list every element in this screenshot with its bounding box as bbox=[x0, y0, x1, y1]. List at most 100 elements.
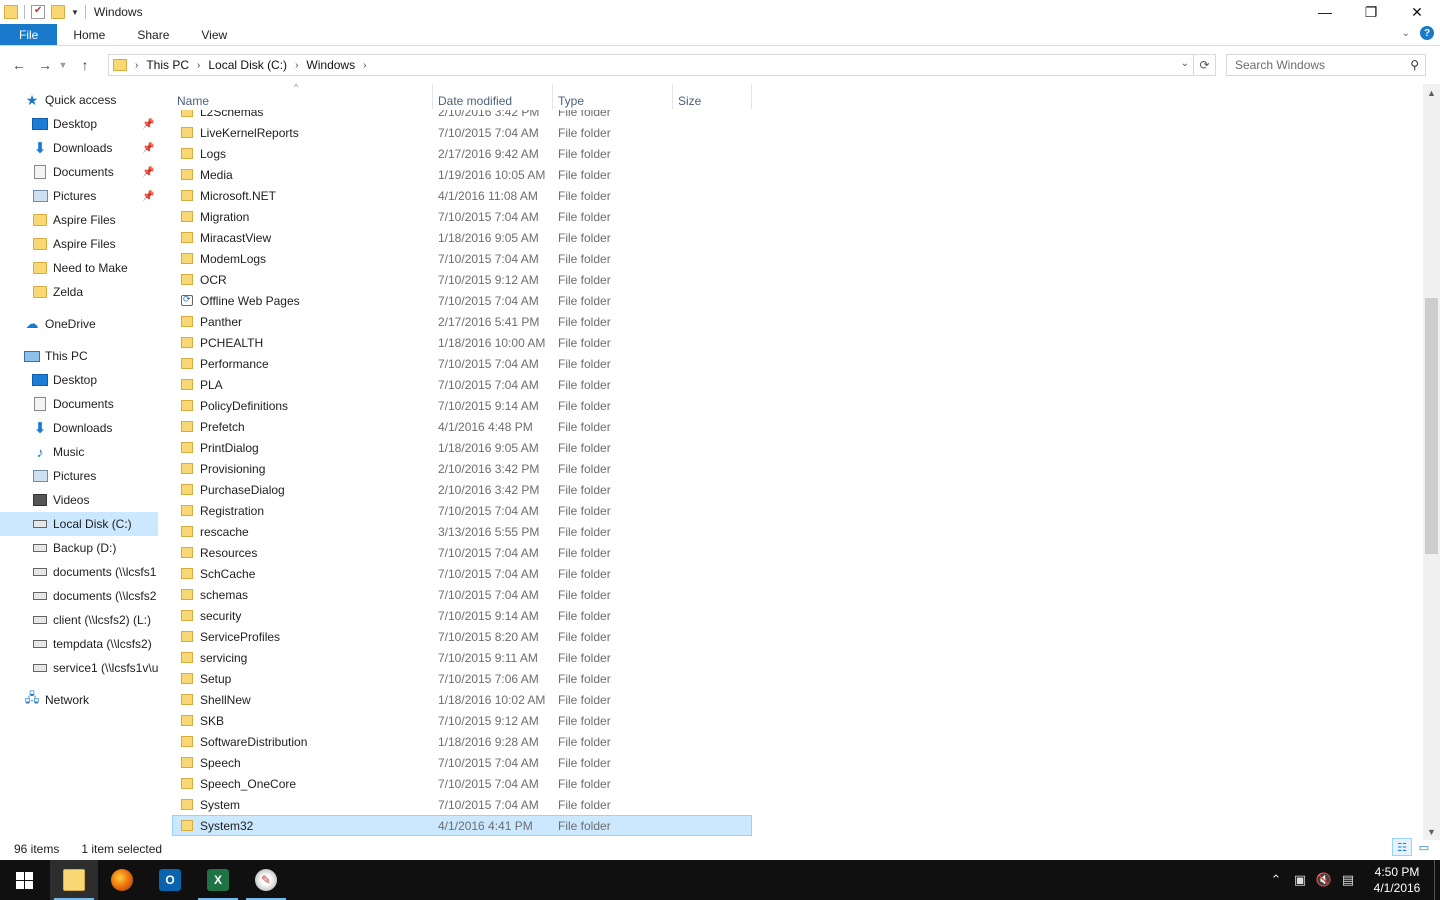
recent-locations-chevron-icon[interactable]: ▼ bbox=[56, 60, 70, 70]
sidebar-item-local-disk-c[interactable]: Local Disk (C:) bbox=[0, 512, 158, 536]
tab-home[interactable]: Home bbox=[57, 24, 121, 45]
table-row[interactable]: OCR 7/10/2015 9:12 AM File folder bbox=[172, 269, 752, 290]
table-row[interactable]: PLA 7/10/2015 7:04 AM File folder bbox=[172, 374, 752, 395]
clock[interactable]: 4:50 PM 4/1/2016 bbox=[1360, 864, 1434, 896]
sidebar-item-pictures[interactable]: Pictures bbox=[0, 464, 158, 488]
sidebar-item-downloads[interactable]: ⬇ Downloads bbox=[0, 416, 158, 440]
table-row[interactable]: Registration 7/10/2015 7:04 AM File folder bbox=[172, 500, 752, 521]
large-icons-view-icon[interactable]: ▭ bbox=[1414, 838, 1434, 856]
table-row[interactable]: SoftwareDistribution 1/18/2016 9:28 AM Fil… bbox=[172, 731, 752, 752]
sidebar-item-zelda[interactable]: Zelda bbox=[0, 280, 158, 304]
table-row[interactable]: Panther 2/17/2016 5:41 PM File folder bbox=[172, 311, 752, 332]
breadcrumb-chevron-icon[interactable]: › bbox=[295, 60, 298, 71]
sidebar-item-videos[interactable]: Videos bbox=[0, 488, 158, 512]
sidebar-item-service1-lcsfs1v-u[interactable]: service1 (\\lcsfs1v\u bbox=[0, 656, 158, 680]
table-row[interactable]: Performance 7/10/2015 7:04 AM File folder bbox=[172, 353, 752, 374]
nav-network[interactable]: 🖧 Network bbox=[0, 688, 158, 712]
table-row[interactable]: Offline Web Pages 7/10/2015 7:04 AM File f… bbox=[172, 290, 752, 311]
taskbar-file-explorer[interactable] bbox=[50, 860, 98, 900]
sidebar-item-music[interactable]: ♪ Music bbox=[0, 440, 158, 464]
sidebar-item-desktop[interactable]: Desktop 📌 bbox=[0, 112, 158, 136]
taskbar-paint[interactable]: ✎ bbox=[242, 860, 290, 900]
address-history-chevron-icon[interactable]: ⌄ bbox=[1181, 58, 1189, 69]
table-row[interactable]: PolicyDefinitions 7/10/2015 9:14 AM File f… bbox=[172, 395, 752, 416]
start-button[interactable] bbox=[0, 860, 48, 900]
restore-button[interactable]: ❐ bbox=[1348, 0, 1394, 24]
table-row[interactable]: PrintDialog 1/18/2016 9:05 AM File folder bbox=[172, 437, 752, 458]
table-row[interactable]: Speech 7/10/2015 7:04 AM File folder bbox=[172, 752, 752, 773]
refresh-button[interactable]: ⟳ bbox=[1193, 55, 1215, 75]
show-desktop-button[interactable] bbox=[1434, 860, 1440, 900]
volume-muted-icon[interactable]: 🔇 bbox=[1312, 872, 1336, 888]
table-row[interactable]: LiveKernelReports 7/10/2015 7:04 AM File f… bbox=[172, 122, 752, 143]
table-row[interactable]: System 7/10/2015 7:04 AM File folder bbox=[172, 794, 752, 815]
table-row[interactable]: Setup 7/10/2015 7:06 AM File folder bbox=[172, 668, 752, 689]
table-row[interactable]: PurchaseDialog 2/10/2016 3:42 PM File fold… bbox=[172, 479, 752, 500]
table-row[interactable]: Microsoft.NET 4/1/2016 11:08 AM File folde… bbox=[172, 185, 752, 206]
nav-quick-access[interactable]: ★ Quick access bbox=[0, 88, 158, 112]
table-row[interactable]: ModemLogs 7/10/2015 7:04 AM File folder bbox=[172, 248, 752, 269]
nav-this-pc[interactable]: This PC bbox=[0, 344, 158, 368]
column-header-size[interactable]: Size bbox=[673, 84, 752, 109]
folder-icon[interactable] bbox=[4, 5, 18, 19]
sidebar-item-documents[interactable]: Documents bbox=[0, 392, 158, 416]
taskbar-outlook[interactable]: O bbox=[146, 860, 194, 900]
table-row[interactable]: rescache 3/13/2016 5:55 PM File folder bbox=[172, 521, 752, 542]
table-row[interactable]: ShellNew 1/18/2016 10:02 AM File folder bbox=[172, 689, 752, 710]
table-row[interactable]: Media 1/19/2016 10:05 AM File folder bbox=[172, 164, 752, 185]
table-row[interactable]: Speech_OneCore 7/10/2015 7:04 AM File fold… bbox=[172, 773, 752, 794]
up-button[interactable]: ↑ bbox=[74, 57, 96, 73]
table-row[interactable]: security 7/10/2015 9:14 AM File folder bbox=[172, 605, 752, 626]
table-row[interactable]: Provisioning 2/10/2016 3:42 PM File folder bbox=[172, 458, 752, 479]
minimize-button[interactable]: — bbox=[1302, 0, 1348, 24]
close-button[interactable]: ✕ bbox=[1394, 0, 1440, 24]
table-row[interactable]: SchCache 7/10/2015 7:04 AM File folder bbox=[172, 563, 752, 584]
table-row[interactable]: Logs 2/17/2016 9:42 AM File folder bbox=[172, 143, 752, 164]
sidebar-item-desktop[interactable]: Desktop bbox=[0, 368, 158, 392]
sidebar-item-documents-lcsfs2[interactable]: documents (\\lcsfs2 bbox=[0, 584, 158, 608]
breadcrumb-chevron-icon[interactable]: › bbox=[197, 60, 200, 71]
nav-onedrive[interactable]: ☁ OneDrive bbox=[0, 312, 158, 336]
table-row[interactable]: SKB 7/10/2015 9:12 AM File folder bbox=[172, 710, 752, 731]
details-view-icon[interactable]: ☷ bbox=[1392, 838, 1412, 856]
breadcrumb-this-pc[interactable]: This PC bbox=[146, 58, 189, 72]
table-row[interactable]: Prefetch 4/1/2016 4:48 PM File folder bbox=[172, 416, 752, 437]
sidebar-item-pictures[interactable]: Pictures 📌 bbox=[0, 184, 158, 208]
sidebar-item-documents[interactable]: Documents 📌 bbox=[0, 160, 158, 184]
search-input[interactable]: Search Windows ⚲ bbox=[1226, 54, 1426, 76]
tab-share[interactable]: Share bbox=[121, 24, 185, 45]
sidebar-item-aspire-files[interactable]: Aspire Files bbox=[0, 208, 158, 232]
table-row[interactable]: System32 4/1/2016 4:41 PM File folder bbox=[172, 815, 752, 836]
breadcrumb-chevron-icon[interactable]: › bbox=[363, 60, 366, 71]
action-center-icon[interactable]: ▤ bbox=[1336, 872, 1360, 888]
breadcrumb-chevron-icon[interactable]: › bbox=[135, 60, 138, 71]
column-header-type[interactable]: Type bbox=[553, 84, 673, 109]
expand-ribbon-chevron-icon[interactable]: ⌄ bbox=[1402, 28, 1410, 39]
forward-button[interactable]: → bbox=[34, 57, 56, 73]
sidebar-item-documents-lcsfs1[interactable]: documents (\\lcsfs1 bbox=[0, 560, 158, 584]
table-row[interactable]: Resources 7/10/2015 7:04 AM File folder bbox=[172, 542, 752, 563]
vertical-scrollbar[interactable]: ▲ ▼ bbox=[1423, 84, 1440, 840]
taskbar-firefox[interactable] bbox=[98, 860, 146, 900]
table-row[interactable]: schemas 7/10/2015 7:04 AM File folder bbox=[172, 584, 752, 605]
tab-view[interactable]: View bbox=[185, 24, 243, 45]
sidebar-item-backup-d[interactable]: Backup (D:) bbox=[0, 536, 158, 560]
properties-icon[interactable] bbox=[31, 5, 45, 19]
tab-file[interactable]: File bbox=[0, 24, 58, 45]
customize-toolbar-chevron-icon[interactable]: ▼ bbox=[71, 8, 79, 17]
table-row[interactable]: servicing 7/10/2015 9:11 AM File folder bbox=[172, 647, 752, 668]
sidebar-item-client-lcsfs2-l[interactable]: client (\\lcsfs2) (L:) bbox=[0, 608, 158, 632]
sidebar-item-downloads[interactable]: ⬇ Downloads 📌 bbox=[0, 136, 158, 160]
column-header-name[interactable]: ^ Name bbox=[172, 84, 433, 109]
scroll-up-icon[interactable]: ▲ bbox=[1423, 84, 1440, 101]
help-icon[interactable]: ? bbox=[1420, 26, 1434, 40]
show-hidden-icons-chevron-icon[interactable]: ⌃ bbox=[1264, 872, 1288, 888]
table-row[interactable]: MiracastView 1/18/2016 9:05 AM File folder bbox=[172, 227, 752, 248]
table-row[interactable]: ServiceProfiles 7/10/2015 8:20 AM File fol… bbox=[172, 626, 752, 647]
sidebar-item-tempdata-lcsfs2[interactable]: tempdata (\\lcsfs2) bbox=[0, 632, 158, 656]
sidebar-item-aspire-files[interactable]: Aspire Files bbox=[0, 232, 158, 256]
breadcrumb-local-disk[interactable]: Local Disk (C:) bbox=[208, 58, 287, 72]
new-folder-icon[interactable] bbox=[51, 5, 65, 19]
scrollbar-thumb[interactable] bbox=[1425, 298, 1438, 554]
table-row[interactable]: Migration 7/10/2015 7:04 AM File folder bbox=[172, 206, 752, 227]
